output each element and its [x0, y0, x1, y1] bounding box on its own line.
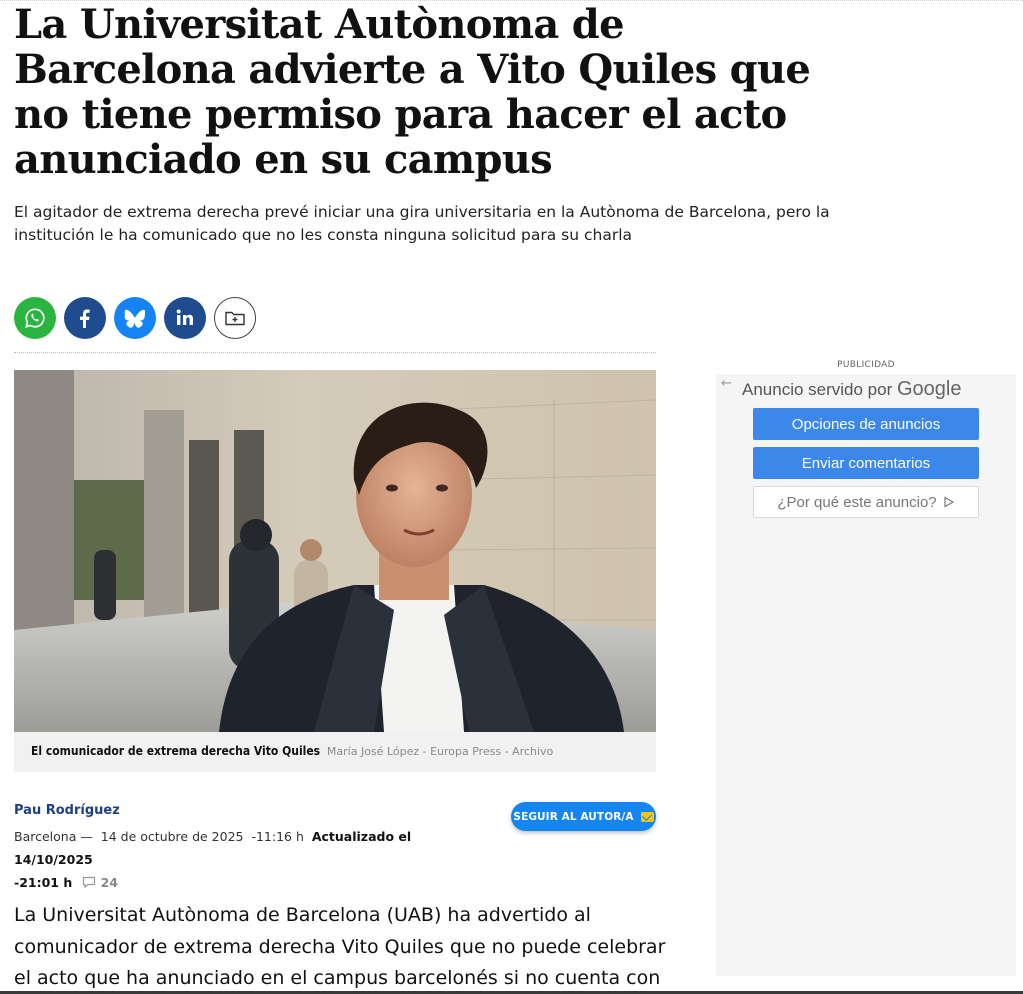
photo-caption: El comunicador de extrema derecha Vito Q…: [14, 732, 656, 772]
location: Barcelona —: [14, 829, 93, 844]
linkedin-share-button[interactable]: [164, 297, 206, 339]
whatsapp-icon: [25, 308, 45, 328]
save-article-button[interactable]: [214, 297, 256, 339]
article-body: La Universitat Autònoma de Barcelona (UA…: [14, 904, 666, 989]
updated-time: -21:01 h: [14, 875, 73, 890]
photo-credit: María José López - Europa Press - Archiv…: [326, 745, 554, 758]
section-divider: [14, 352, 656, 353]
ad-label: PUBLICIDAD: [837, 360, 895, 370]
facebook-icon: [80, 309, 90, 328]
ad-panel: ← Anuncio servido por Google Opciones de…: [716, 374, 1016, 976]
headline: La Universitat Autònoma de Barcelona adv…: [14, 1, 811, 183]
comments-link[interactable]: 24: [76, 875, 118, 890]
envelope-icon: [640, 811, 654, 822]
follow-author-button[interactable]: SEGUIR AL AUTOR/A: [511, 802, 656, 831]
send-feedback-button[interactable]: Enviar comentarios: [753, 447, 979, 479]
bluesky-icon: [124, 309, 146, 328]
publish-date: 14 de octubre de 2025: [100, 829, 244, 844]
ad-served-by: Anuncio servido por Google: [742, 378, 962, 401]
bluesky-share-button[interactable]: [114, 297, 156, 339]
caption-text: El comunicador de extrema derecha Vito Q…: [31, 744, 321, 758]
why-this-ad-button[interactable]: ¿Por qué este anuncio?: [753, 486, 979, 518]
whatsapp-share-button[interactable]: [14, 297, 56, 339]
article-meta: Barcelona — 14 de octubre de 2025 -11:16…: [14, 825, 484, 894]
publish-time: -11:16 h: [251, 829, 304, 844]
save-icon: [225, 311, 245, 326]
comments-count: 24: [100, 875, 118, 890]
google-logo: Google: [897, 378, 962, 400]
served-by-text: Anuncio servido por: [742, 380, 893, 399]
back-arrow-icon[interactable]: ←: [721, 376, 732, 391]
article-photo: [14, 370, 656, 732]
adchoices-icon: [944, 496, 954, 508]
ad-options-button[interactable]: Opciones de anuncios: [753, 408, 979, 440]
comment-icon: [83, 876, 96, 889]
facebook-share-button[interactable]: [64, 297, 106, 339]
follow-label: SEGUIR AL AUTOR/A: [513, 810, 634, 823]
linkedin-icon: [176, 309, 193, 325]
author-link[interactable]: Pau Rodríguez: [14, 803, 120, 818]
share-bar: [14, 297, 256, 339]
subtitle: El agitador de extrema derecha prevé ini…: [14, 203, 830, 244]
why-this-ad-label: ¿Por qué este anuncio?: [777, 493, 937, 511]
